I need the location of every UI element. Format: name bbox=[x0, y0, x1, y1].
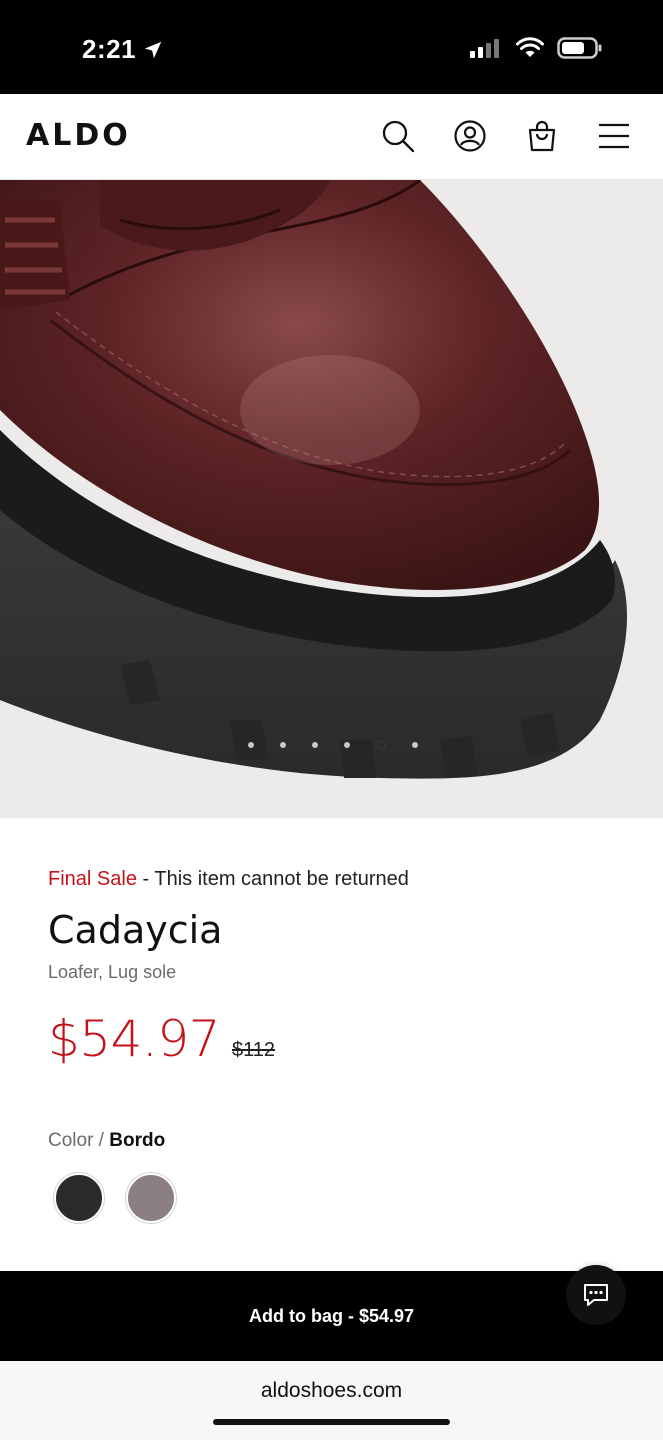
carousel-dot[interactable] bbox=[247, 742, 254, 748]
color-separator: / bbox=[93, 1130, 110, 1151]
carousel-dot[interactable] bbox=[375, 740, 386, 750]
site-header: ALDO bbox=[0, 94, 663, 180]
menu-button[interactable] bbox=[594, 116, 634, 156]
add-to-bag-label: Add to bag - $54.97 bbox=[248, 1305, 415, 1326]
search-button[interactable] bbox=[378, 116, 418, 156]
location-arrow-icon bbox=[144, 41, 162, 58]
color-swatch-grey[interactable] bbox=[126, 1173, 176, 1223]
status-time-text: 2:21 bbox=[82, 34, 137, 64]
final-sale-note: - This item cannot be returned bbox=[136, 868, 409, 890]
wifi-icon bbox=[516, 37, 544, 57]
product-title: Cadaycia bbox=[48, 908, 223, 952]
carousel-dot[interactable] bbox=[279, 742, 286, 748]
final-sale-label: Final Sale bbox=[48, 868, 137, 890]
sale-price: $54.97 bbox=[48, 1010, 220, 1068]
carousel-dot[interactable] bbox=[311, 742, 318, 748]
product-subtitle: Loafer, Lug sole bbox=[48, 962, 177, 982]
search-icon bbox=[382, 120, 415, 153]
product-image-carousel[interactable] bbox=[0, 180, 663, 818]
chat-icon bbox=[584, 1284, 608, 1306]
browser-address-bar[interactable]: aldoshoes.com bbox=[0, 1361, 663, 1440]
color-label: Color bbox=[48, 1130, 94, 1151]
status-indicators bbox=[469, 36, 603, 60]
selected-color-name: Bordo bbox=[109, 1130, 166, 1151]
carousel-dot[interactable] bbox=[411, 742, 418, 748]
final-sale-notice: Final Sale - This item cannot be returne… bbox=[48, 868, 409, 891]
original-price: $112 bbox=[231, 1039, 275, 1061]
price-row: $54.97 $112 bbox=[48, 1010, 275, 1068]
status-time: 2:21 bbox=[82, 34, 164, 65]
add-to-bag-button[interactable]: Add to bag - $54.97 bbox=[0, 1271, 663, 1361]
color-swatch-black[interactable] bbox=[54, 1173, 104, 1223]
cart-button[interactable] bbox=[522, 116, 562, 156]
signal-icon bbox=[470, 39, 499, 58]
account-button[interactable] bbox=[450, 116, 490, 156]
status-bar: 2:21 bbox=[0, 0, 663, 94]
battery-icon bbox=[557, 37, 602, 59]
browser-url[interactable]: aldoshoes.com bbox=[0, 1379, 663, 1403]
carousel-dots bbox=[0, 740, 663, 750]
account-icon bbox=[454, 120, 486, 152]
home-indicator[interactable] bbox=[213, 1419, 450, 1425]
shopping-bag-icon bbox=[528, 120, 556, 152]
aldo-logo[interactable]: ALDO bbox=[26, 118, 131, 153]
chat-button[interactable] bbox=[566, 1265, 626, 1325]
product-image bbox=[0, 180, 627, 779]
hamburger-menu-icon bbox=[599, 123, 629, 149]
carousel-dot[interactable] bbox=[343, 742, 350, 748]
color-selector-label: Color / Bordo bbox=[48, 1130, 165, 1152]
